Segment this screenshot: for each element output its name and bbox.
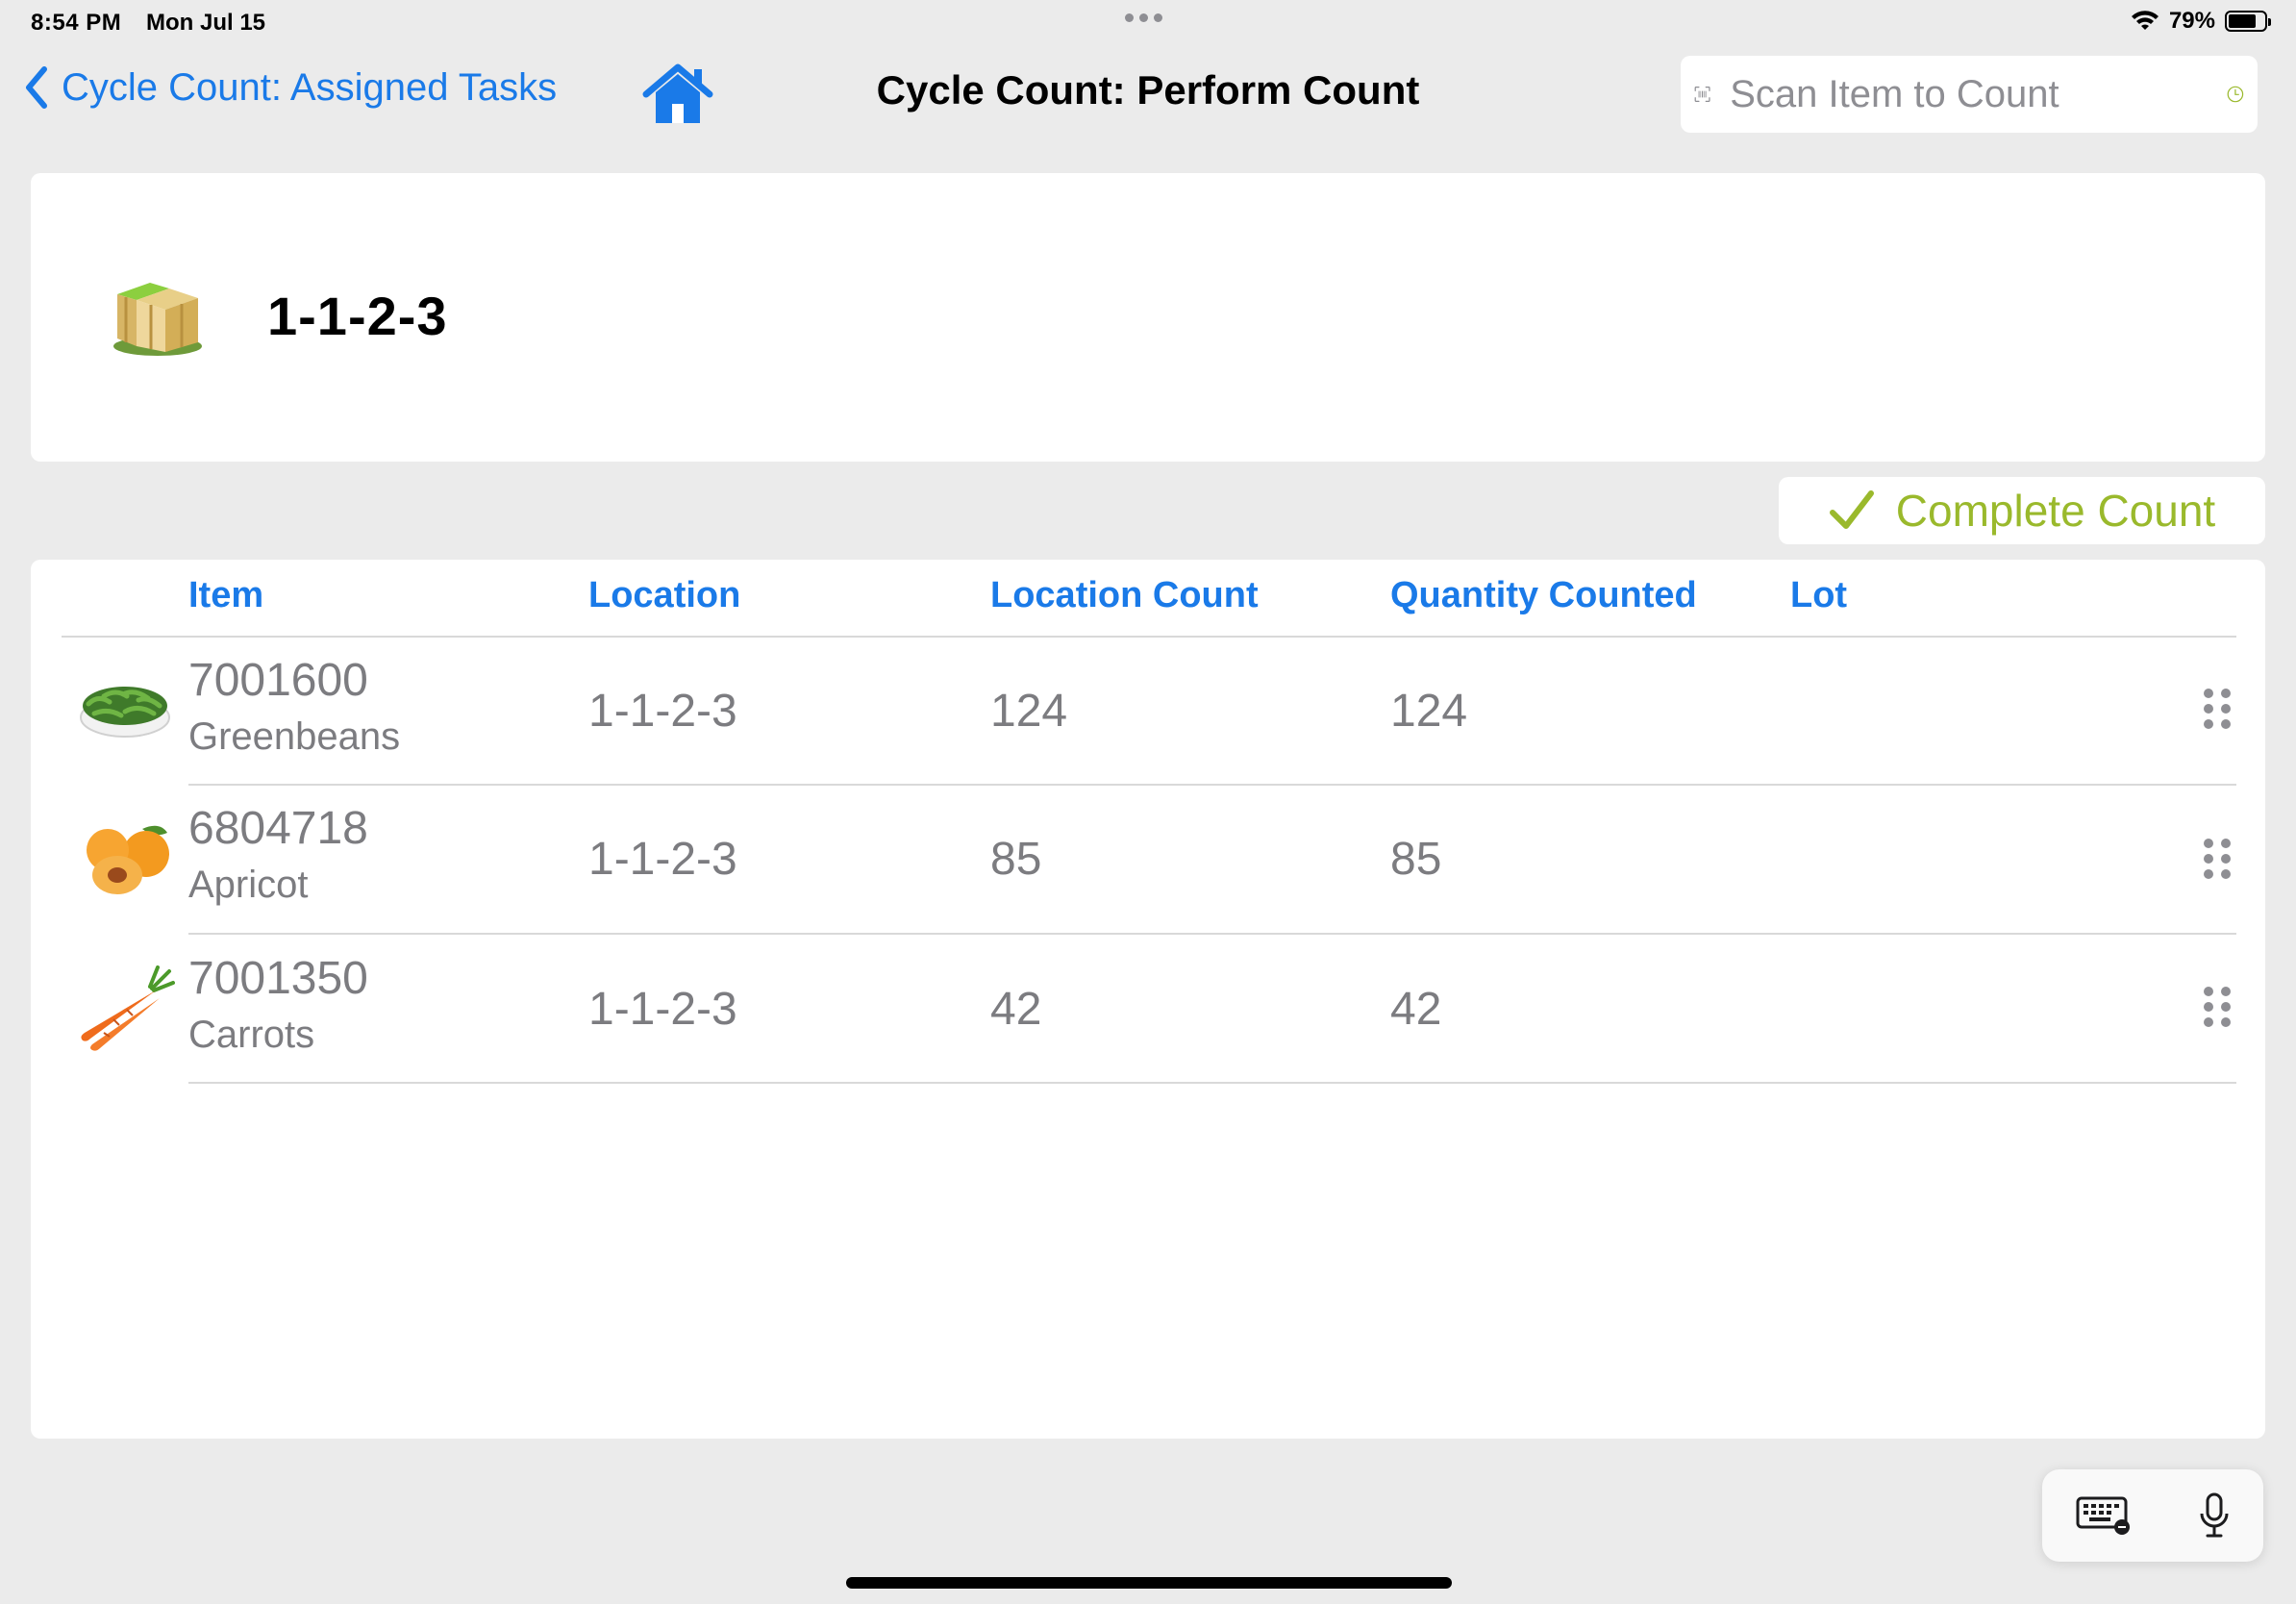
quantity-counted[interactable]: 85 bbox=[1390, 833, 1441, 886]
column-header-lot[interactable]: Lot bbox=[1790, 575, 1847, 616]
boxes-icon bbox=[113, 283, 202, 356]
header-divider bbox=[62, 636, 2236, 638]
item-number: 7001600 bbox=[188, 655, 368, 706]
item-location: 1-1-2-3 bbox=[588, 984, 737, 1035]
clock-icon[interactable] bbox=[2227, 66, 2244, 122]
quantity-counted[interactable]: 42 bbox=[1390, 983, 1441, 1036]
status-date: Mon Jul 15 bbox=[146, 10, 266, 36]
complete-count-label: Complete Count bbox=[1895, 486, 2216, 536]
status-time: 8:54 PM bbox=[31, 10, 122, 36]
wifi-icon bbox=[2131, 11, 2159, 30]
scan-item-field[interactable] bbox=[1681, 56, 2258, 133]
battery-percent: 79% bbox=[2168, 8, 2215, 34]
complete-count-button[interactable]: Complete Count bbox=[1779, 477, 2265, 544]
page-title: Cycle Count: Perform Count bbox=[876, 67, 1420, 113]
barcode-scan-icon bbox=[1694, 87, 1710, 102]
item-number: 6804718 bbox=[188, 803, 368, 854]
chevron-left-icon bbox=[26, 66, 47, 109]
column-header-location[interactable]: Location bbox=[588, 575, 740, 616]
location-count: 85 bbox=[990, 834, 1042, 885]
row-menu-handle[interactable] bbox=[2204, 839, 2231, 885]
keyboard-icon[interactable] bbox=[2076, 1496, 2132, 1535]
location-count: 124 bbox=[990, 686, 1068, 737]
column-header-item[interactable]: Item bbox=[188, 575, 263, 616]
scan-input[interactable] bbox=[1728, 71, 2228, 117]
checkmark-icon bbox=[1829, 490, 1874, 529]
greenbeans-thumbnail bbox=[80, 687, 170, 738]
row-divider bbox=[188, 784, 2236, 786]
item-name: Greenbeans bbox=[188, 715, 401, 758]
home-icon bbox=[642, 63, 713, 123]
table-row[interactable] bbox=[62, 787, 2236, 933]
row-divider bbox=[188, 1082, 2236, 1084]
location-count: 42 bbox=[990, 984, 1042, 1035]
home-button[interactable] bbox=[642, 62, 713, 125]
battery-icon bbox=[2225, 11, 2271, 32]
quantity-counted[interactable]: 124 bbox=[1390, 685, 1467, 738]
carrots-thumbnail bbox=[81, 965, 175, 1051]
column-header-quantity-counted[interactable]: Quantity Counted bbox=[1390, 575, 1697, 616]
item-name: Carrots bbox=[188, 1014, 315, 1056]
item-number: 7001350 bbox=[188, 953, 368, 1004]
table-row[interactable] bbox=[62, 936, 2236, 1082]
location-code: 1-1-2-3 bbox=[267, 286, 448, 346]
column-header-location-count[interactable]: Location Count bbox=[990, 575, 1259, 616]
back-label: Cycle Count: Assigned Tasks bbox=[62, 65, 558, 109]
home-indicator[interactable] bbox=[846, 1577, 1452, 1589]
table-row[interactable] bbox=[62, 639, 2236, 785]
status-indicators: 79% bbox=[2131, 8, 2271, 35]
item-location: 1-1-2-3 bbox=[588, 686, 737, 737]
microphone-icon[interactable] bbox=[2198, 1492, 2231, 1539]
row-divider bbox=[188, 933, 2236, 935]
item-name: Apricot bbox=[188, 864, 309, 906]
row-menu-handle[interactable] bbox=[2204, 689, 2231, 735]
apricot-thumbnail bbox=[87, 825, 169, 894]
back-button[interactable]: Cycle Count: Assigned Tasks bbox=[23, 65, 557, 110]
item-location: 1-1-2-3 bbox=[588, 834, 737, 885]
keyboard-toolbar bbox=[2042, 1469, 2263, 1562]
multitasking-handle[interactable] bbox=[1125, 13, 1162, 22]
row-menu-handle[interactable] bbox=[2204, 987, 2231, 1033]
